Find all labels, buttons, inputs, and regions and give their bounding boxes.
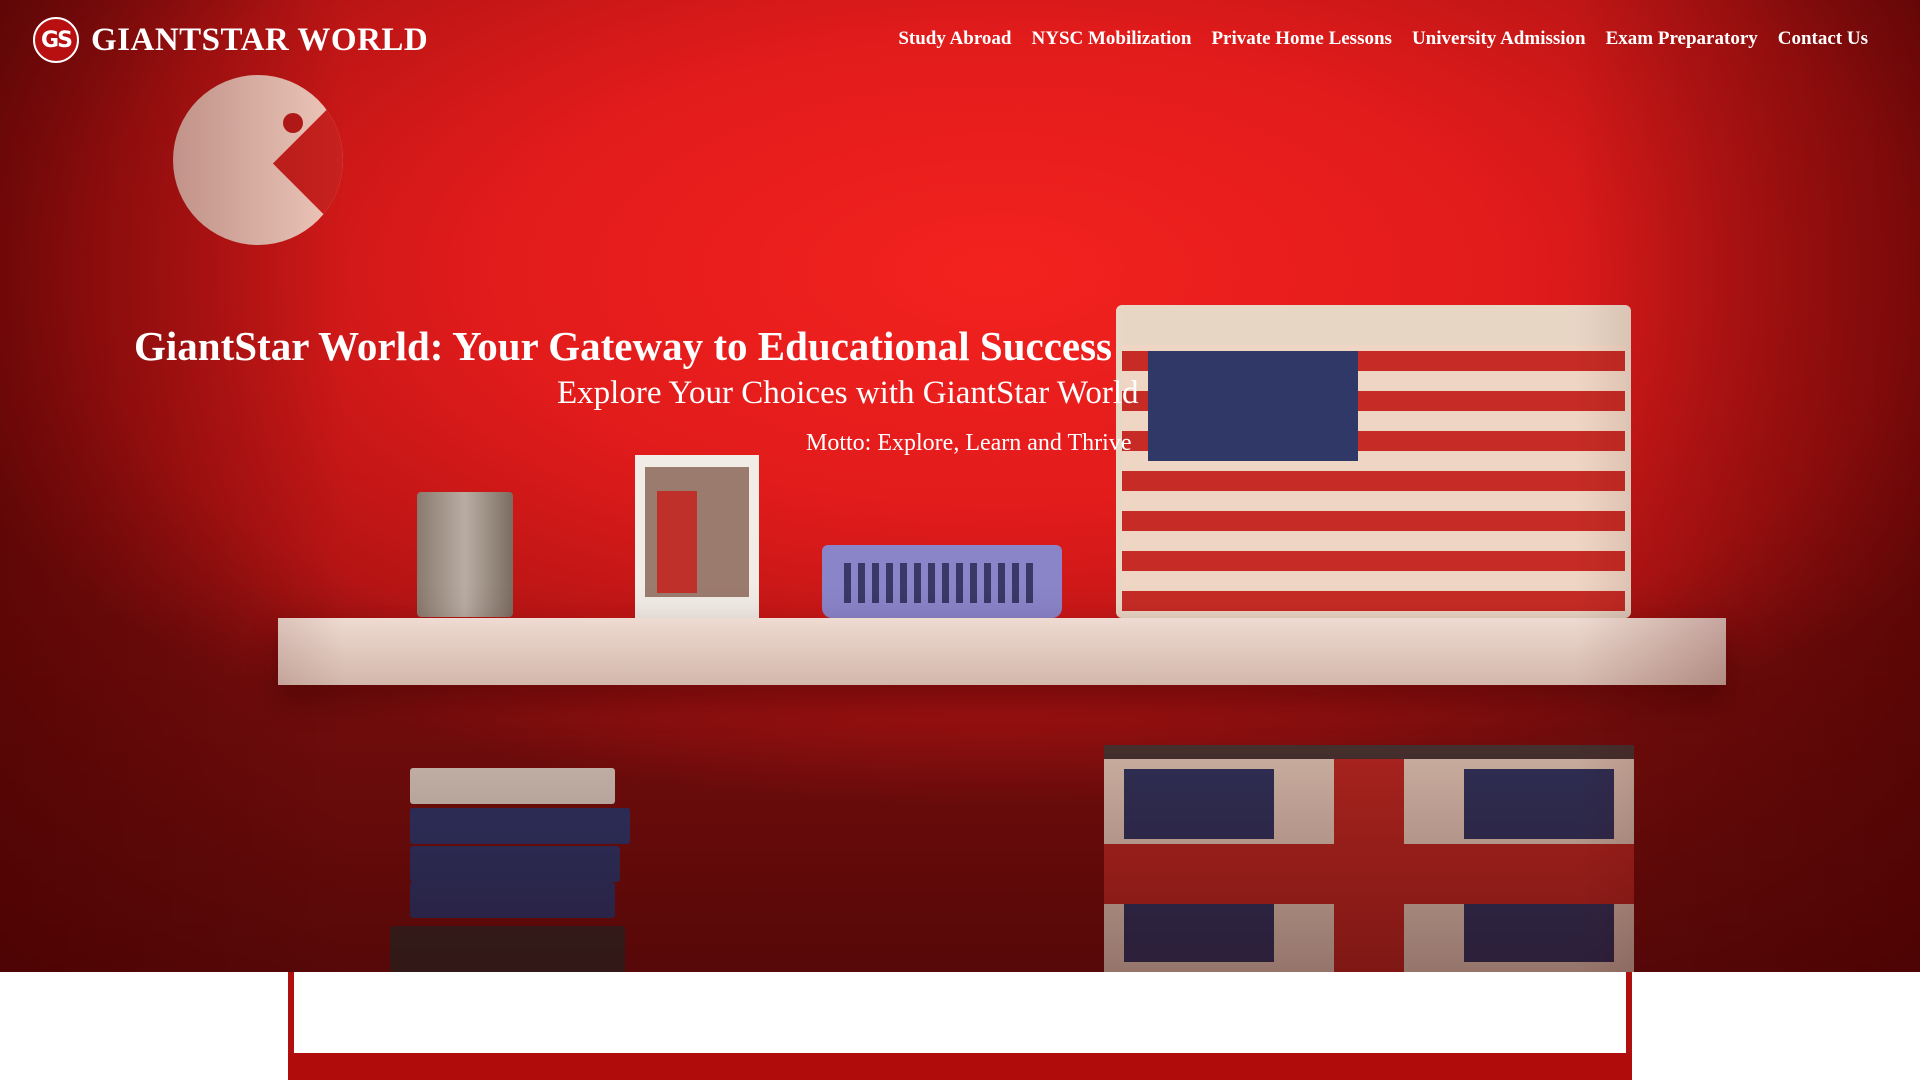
nav-study-abroad[interactable]: Study Abroad [898,28,1011,50]
hero-title: GiantStar World: Your Gateway to Educati… [134,323,1112,369]
hero-banner: GS GIANTSTAR WORLD Study Abroad NYSC Mob… [0,0,1920,972]
nav-contact-us[interactable]: Contact Us [1778,28,1868,50]
hero-motto: Motto: Explore, Learn and Thrive [806,430,1132,456]
main-nav: Study Abroad NYSC Mobilization Private H… [878,28,1868,50]
site-name: GIANTSTAR WORLD [91,21,429,58]
nav-nysc-mobilization[interactable]: NYSC Mobilization [1032,28,1192,50]
logo-mark-icon: GS [33,17,79,63]
content-card [288,972,1632,1053]
hero-subtitle: Explore Your Choices with GiantStar Worl… [557,375,1139,411]
nav-exam-preparatory[interactable]: Exam Preparatory [1606,28,1758,50]
site-logo[interactable]: GS GIANTSTAR WORLD [33,17,428,63]
nav-private-home-lessons[interactable]: Private Home Lessons [1211,28,1391,50]
section-band [288,1053,1632,1080]
nav-university-admission[interactable]: University Admission [1412,28,1586,50]
